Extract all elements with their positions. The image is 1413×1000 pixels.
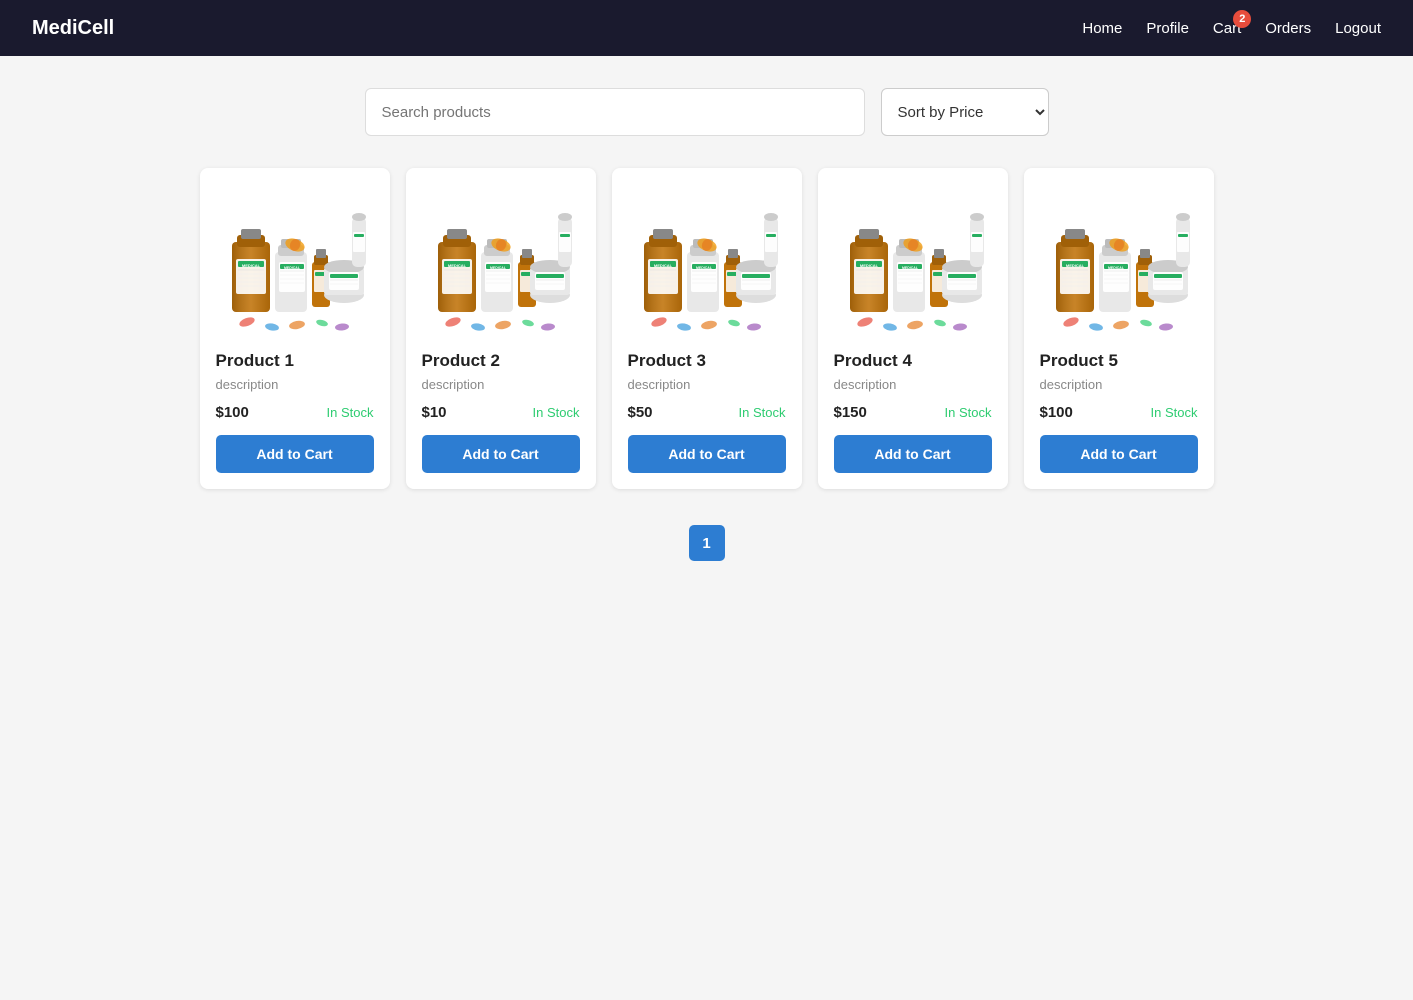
product-description: description	[1040, 377, 1198, 392]
svg-text:MEDICAL: MEDICAL	[696, 266, 713, 270]
product-name: Product 3	[628, 351, 786, 371]
svg-text:MEDICAL: MEDICAL	[860, 263, 879, 268]
svg-text:MEDICAL: MEDICAL	[654, 263, 673, 268]
product-price: $100	[1040, 404, 1073, 421]
product-name: Product 5	[1040, 351, 1198, 371]
nav-profile[interactable]: Profile	[1146, 20, 1189, 37]
product-description: description	[422, 377, 580, 392]
product-grid: MEDICAL MEDICAL	[80, 168, 1333, 489]
product-name: Product 2	[422, 351, 580, 371]
product-description: description	[216, 377, 374, 392]
nav-orders[interactable]: Orders	[1265, 20, 1311, 37]
product-card: MEDICAL MEDICAL	[1024, 168, 1214, 489]
product-illustration: MEDICAL MEDICAL	[835, 187, 990, 337]
product-illustration: MEDICAL MEDICAL	[217, 187, 372, 337]
add-to-cart-button[interactable]: Add to Cart	[834, 435, 992, 473]
main-content: Sort by Price Price: Low to High Price: …	[0, 56, 1413, 593]
nav-logout[interactable]: Logout	[1335, 20, 1381, 37]
product-stock: In Stock	[945, 405, 992, 420]
product-image: MEDICAL MEDICAL	[834, 184, 992, 339]
svg-text:MEDICAL: MEDICAL	[490, 266, 507, 270]
cart-badge: 2	[1233, 10, 1251, 28]
nav-home[interactable]: Home	[1082, 20, 1122, 37]
product-price-row: $50 In Stock	[628, 404, 786, 421]
product-card: MEDICAL MEDICAL	[200, 168, 390, 489]
product-illustration: MEDICAL MEDICAL	[423, 187, 578, 337]
add-to-cart-button[interactable]: Add to Cart	[422, 435, 580, 473]
page-1-button[interactable]: 1	[689, 525, 725, 561]
svg-text:MEDICAL: MEDICAL	[1108, 266, 1125, 270]
product-name: Product 4	[834, 351, 992, 371]
search-input[interactable]	[365, 88, 865, 136]
product-card: MEDICAL MEDICAL	[612, 168, 802, 489]
product-price: $150	[834, 404, 867, 421]
product-stock: In Stock	[327, 405, 374, 420]
product-price-row: $150 In Stock	[834, 404, 992, 421]
product-image: MEDICAL MEDICAL	[216, 184, 374, 339]
product-card: MEDICAL MEDICAL	[406, 168, 596, 489]
svg-text:MEDICAL: MEDICAL	[284, 266, 301, 270]
product-stock: In Stock	[533, 405, 580, 420]
svg-text:MEDICAL: MEDICAL	[448, 263, 467, 268]
svg-text:MEDICAL: MEDICAL	[902, 266, 919, 270]
navbar: MediCell Home Profile Cart 2 Orders Logo…	[0, 0, 1413, 56]
cart-wrapper: Cart 2	[1213, 20, 1241, 37]
product-price: $50	[628, 404, 653, 421]
brand-logo[interactable]: MediCell	[32, 17, 114, 40]
product-stock: In Stock	[739, 405, 786, 420]
product-price: $100	[216, 404, 249, 421]
pagination: 1	[80, 525, 1333, 561]
product-card: MEDICAL MEDICAL	[818, 168, 1008, 489]
product-price-row: $100 In Stock	[1040, 404, 1198, 421]
add-to-cart-button[interactable]: Add to Cart	[216, 435, 374, 473]
product-description: description	[834, 377, 992, 392]
sort-select[interactable]: Sort by Price Price: Low to High Price: …	[881, 88, 1049, 136]
product-stock: In Stock	[1151, 405, 1198, 420]
product-illustration: MEDICAL MEDICAL	[629, 187, 784, 337]
search-sort-bar: Sort by Price Price: Low to High Price: …	[80, 88, 1333, 136]
product-image: MEDICAL MEDICAL	[628, 184, 786, 339]
product-price: $10	[422, 404, 447, 421]
product-name: Product 1	[216, 351, 374, 371]
product-image: MEDICAL MEDICAL	[422, 184, 580, 339]
add-to-cart-button[interactable]: Add to Cart	[1040, 435, 1198, 473]
nav-links: Home Profile Cart 2 Orders Logout	[1082, 20, 1381, 37]
product-description: description	[628, 377, 786, 392]
product-image: MEDICAL MEDICAL	[1040, 184, 1198, 339]
product-illustration: MEDICAL MEDICAL	[1041, 187, 1196, 337]
svg-text:MEDICAL: MEDICAL	[1066, 263, 1085, 268]
svg-text:MEDICAL: MEDICAL	[242, 263, 261, 268]
product-price-row: $10 In Stock	[422, 404, 580, 421]
add-to-cart-button[interactable]: Add to Cart	[628, 435, 786, 473]
product-price-row: $100 In Stock	[216, 404, 374, 421]
